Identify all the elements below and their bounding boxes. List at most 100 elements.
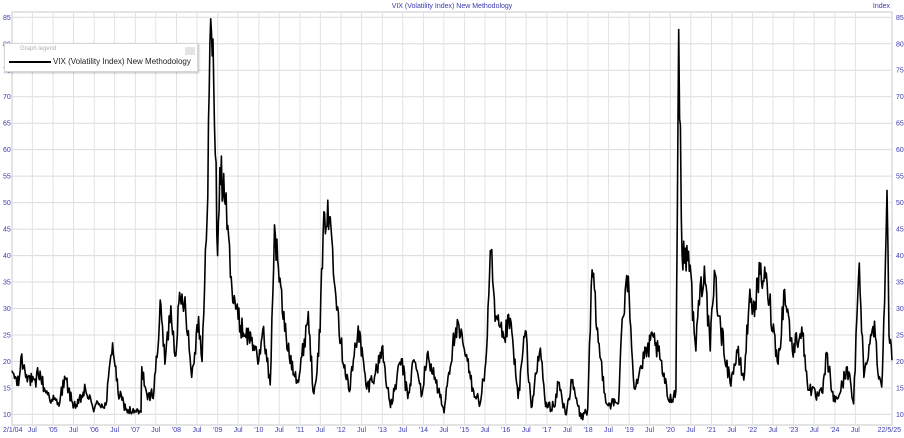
series-point — [443, 412, 445, 414]
y-tick-left: 35 — [3, 280, 11, 287]
y-tick-right: 85 — [896, 15, 904, 22]
series-point — [777, 363, 779, 365]
series-point — [503, 337, 505, 339]
series-point — [801, 326, 803, 328]
y-tick-left: 10 — [3, 412, 11, 419]
series-point — [191, 376, 193, 378]
x-tick-label: '12 — [337, 427, 346, 434]
x-tick-label: Jul — [686, 427, 695, 434]
series-point — [330, 225, 332, 228]
y-tick-left: 70 — [3, 94, 11, 101]
series-point — [312, 391, 314, 393]
x-tick-label: Jul — [439, 427, 448, 434]
series-point — [858, 262, 860, 264]
series-point — [571, 382, 573, 384]
graph-legend[interactable]: Graph legend VIX (Volatility Index) New … — [4, 43, 198, 72]
series-point — [25, 374, 28, 376]
x-tick-label: Jul — [110, 427, 119, 434]
series-point — [230, 276, 232, 278]
series-point — [447, 376, 449, 378]
series-point — [20, 356, 22, 358]
series-point — [627, 275, 629, 277]
legend-series-label: VIX (Volatility Index) New Methodology — [53, 57, 191, 66]
series-point — [517, 397, 519, 400]
x-tick-label: '19 — [625, 427, 634, 434]
series-point — [219, 167, 221, 169]
series-point — [317, 355, 320, 357]
series-point — [678, 28, 680, 31]
series-point — [201, 360, 203, 363]
series-point — [340, 342, 342, 345]
series-point — [160, 303, 162, 305]
x-tick-label: '17 — [542, 427, 551, 434]
x-axis-ticks: Jul '05 Jul '06 Jul '07 Jul '08 Jul '09 Jul '10 Jul '… — [28, 427, 860, 434]
series-point — [509, 317, 511, 320]
series-point — [257, 363, 259, 365]
x-tick-label: Jul — [645, 427, 654, 434]
series-point — [36, 367, 39, 369]
series-point — [178, 302, 180, 304]
series-point — [695, 350, 697, 352]
series-point — [736, 351, 739, 354]
series-point — [713, 269, 716, 271]
series-point — [462, 341, 464, 343]
y-tick-left: 50 — [3, 200, 11, 207]
series-point — [376, 368, 378, 371]
x-tick-label: '05 — [49, 427, 58, 434]
series-point — [413, 359, 415, 361]
series-point — [709, 350, 711, 352]
series-point — [888, 335, 890, 337]
series-point — [687, 250, 690, 252]
series-point — [485, 362, 487, 364]
series-point — [791, 350, 794, 352]
series-point — [251, 337, 253, 339]
y-tick-right: 15 — [896, 385, 904, 392]
x-tick-label: Jul — [234, 427, 243, 434]
series-point — [224, 203, 226, 205]
series-point — [868, 343, 870, 346]
series-point — [324, 212, 326, 214]
series-point — [84, 388, 87, 390]
series-point — [580, 418, 582, 420]
series-point — [822, 392, 824, 394]
series-point — [659, 358, 661, 360]
y-tick-right: 65 — [896, 121, 904, 128]
y-tick-left: 85 — [3, 15, 11, 22]
x-tick-label: Jul — [851, 427, 860, 434]
legend-close-icon[interactable] — [185, 47, 195, 55]
series-point — [269, 384, 271, 386]
series-point — [591, 269, 593, 271]
series-point — [806, 382, 808, 384]
series-point — [43, 387, 45, 389]
series-point — [530, 406, 532, 409]
series-point — [217, 254, 219, 257]
series-point — [554, 405, 556, 407]
series-point — [633, 387, 635, 390]
series-point — [839, 392, 841, 394]
x-end-label: 22/5/25 — [878, 427, 901, 434]
x-tick-label: '24 — [830, 427, 839, 434]
series-point — [815, 396, 817, 398]
series-point — [51, 398, 53, 401]
x-tick-label: Jul — [151, 427, 160, 434]
series-point — [881, 386, 883, 388]
y-tick-right: 50 — [896, 200, 904, 207]
x-tick-label: Jul — [727, 427, 736, 434]
series-point — [141, 366, 143, 368]
series-point — [494, 320, 496, 322]
y-tick-left: 20 — [3, 359, 11, 366]
y-tick-right: 55 — [896, 174, 904, 181]
x-tick-label: '09 — [213, 427, 222, 434]
series-point — [366, 388, 368, 390]
series-point — [147, 398, 149, 401]
series-point — [64, 377, 67, 380]
series-point — [620, 333, 622, 335]
series-point — [703, 265, 706, 267]
right-axis-label: Index — [873, 3, 891, 10]
series-point — [544, 405, 547, 408]
y-tick-right: 70 — [896, 94, 904, 101]
series-point — [170, 305, 172, 307]
series-point — [852, 403, 855, 405]
series-point — [287, 350, 289, 352]
series-point — [105, 404, 107, 406]
